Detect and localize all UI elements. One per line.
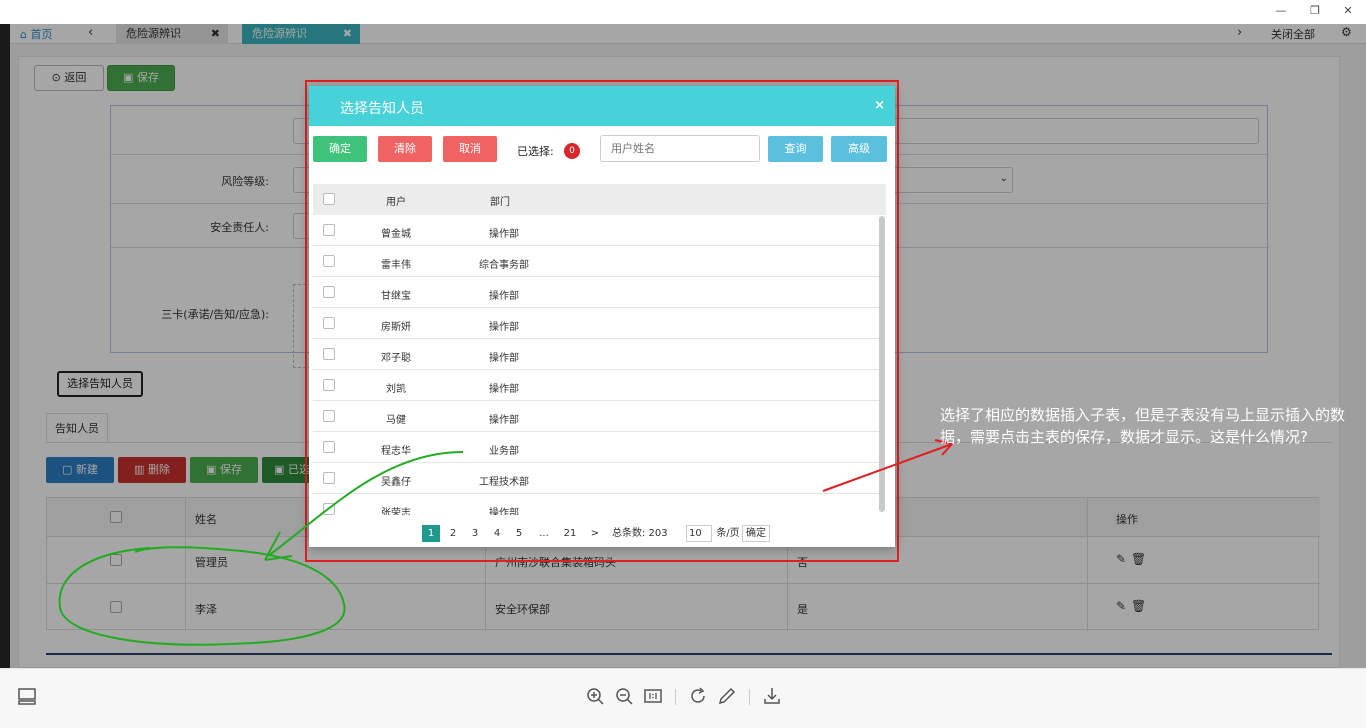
page-2[interactable]: 2 <box>444 525 462 542</box>
modal-table-body: 曾金城 操作部 雷丰伟 综合事务部 甘继宝 操作部 房斯妍 操作部 邓子聪 操作… <box>313 215 880 515</box>
row-checkbox[interactable] <box>323 224 335 236</box>
header-dept: 部门 <box>490 197 510 208</box>
row-checkbox[interactable] <box>323 441 335 453</box>
modal-table-header: 用户 部门 <box>313 184 886 215</box>
row-user: 刘凯 <box>386 384 406 395</box>
list-item[interactable]: 马健 操作部 <box>313 401 880 432</box>
row-dept: 业务部 <box>489 446 519 457</box>
selected-count-badge: 0 <box>564 143 580 159</box>
page-next[interactable]: > <box>587 525 603 542</box>
annotation-note: 选择了相应的数据插入子表，但是子表没有马上显示插入的数据，需要点击主表的保存，数… <box>940 406 1346 446</box>
page-3[interactable]: 3 <box>466 525 484 542</box>
user-name-search-input[interactable] <box>600 135 760 162</box>
row-checkbox[interactable] <box>323 286 335 298</box>
page-1[interactable]: 1 <box>422 525 440 542</box>
row-dept: 操作部 <box>489 384 519 395</box>
row-dept: 操作部 <box>489 508 519 515</box>
toolbar-divider <box>675 689 676 705</box>
row-dept: 综合事务部 <box>479 260 529 271</box>
confirm-button[interactable]: 确定 <box>313 136 367 162</box>
list-item[interactable]: 程志华 业务部 <box>313 432 880 463</box>
row-user: 邓子聪 <box>381 353 411 364</box>
row-user: 曾金城 <box>381 229 411 240</box>
thumbnail-panel-icon[interactable] <box>17 686 37 706</box>
per-page-label: 条/页 <box>716 528 740 539</box>
viewer-toolbar <box>0 668 1366 728</box>
row-user: 程志华 <box>381 446 411 457</box>
pagination: 1 2 3 4 5 ... 21 > 总条数: 203 10 条/页 确定 <box>309 525 895 543</box>
row-checkbox[interactable] <box>323 317 335 329</box>
list-item[interactable]: 邓子聪 操作部 <box>313 339 880 370</box>
page-4[interactable]: 4 <box>488 525 506 542</box>
close-window-button[interactable]: ✕ <box>1340 4 1356 18</box>
list-item[interactable]: 刘凯 操作部 <box>313 370 880 401</box>
list-item[interactable]: 吴鑫仔 工程技术部 <box>313 463 880 494</box>
row-user: 马健 <box>386 415 406 426</box>
list-item[interactable]: 雷丰伟 综合事务部 <box>313 246 880 277</box>
clear-button[interactable]: 清除 <box>378 136 432 162</box>
modal-title: 选择告知人员 <box>340 101 424 117</box>
page-ellipsis: ... <box>539 528 549 539</box>
list-item[interactable]: 张荣志 操作部 <box>313 494 880 515</box>
pen-icon[interactable] <box>717 686 737 706</box>
row-user: 雷丰伟 <box>381 260 411 271</box>
total-count: 总条数: 203 <box>612 528 668 539</box>
modal-scrollbar[interactable] <box>879 216 885 512</box>
download-icon[interactable] <box>762 686 782 706</box>
row-user: 张荣志 <box>381 508 411 515</box>
select-all-checkbox[interactable] <box>323 193 335 205</box>
row-dept: 操作部 <box>489 291 519 302</box>
row-dept: 操作部 <box>489 415 519 426</box>
row-dept: 操作部 <box>489 322 519 333</box>
query-button[interactable]: 查询 <box>768 136 823 162</box>
list-item[interactable]: 曾金城 操作部 <box>313 215 880 246</box>
row-checkbox[interactable] <box>323 410 335 422</box>
selected-label: 已选择: <box>517 145 554 158</box>
header-user: 用户 <box>386 197 406 208</box>
go-page-button[interactable]: 确定 <box>742 525 770 542</box>
minimize-button[interactable]: — <box>1273 4 1289 18</box>
modal-header: 选择告知人员 × <box>309 86 895 126</box>
row-user: 甘继宝 <box>381 291 411 302</box>
row-user: 房斯妍 <box>381 322 411 333</box>
row-checkbox[interactable] <box>323 255 335 267</box>
page-size-input[interactable]: 10 <box>686 525 712 542</box>
zoom-in-icon[interactable] <box>585 686 605 706</box>
window-titlebar: — ❐ ✕ <box>0 0 1366 24</box>
row-user: 吴鑫仔 <box>381 477 411 488</box>
list-item[interactable]: 房斯妍 操作部 <box>313 308 880 339</box>
row-checkbox[interactable] <box>323 379 335 391</box>
zoom-out-icon[interactable] <box>614 686 634 706</box>
row-dept: 操作部 <box>489 353 519 364</box>
viewer-left-strip <box>0 24 10 668</box>
close-icon[interactable]: × <box>874 98 885 113</box>
toolbar-divider <box>749 689 750 705</box>
row-dept: 操作部 <box>489 229 519 240</box>
select-notify-modal: 选择告知人员 × 确定 清除 取消 已选择: 0 查询 高级 用户 部门 曾金城… <box>309 86 895 547</box>
list-item[interactable]: 甘继宝 操作部 <box>313 277 880 308</box>
row-checkbox[interactable] <box>323 472 335 484</box>
page-5[interactable]: 5 <box>510 525 528 542</box>
advanced-button[interactable]: 高级 <box>831 136 887 162</box>
rotate-icon[interactable] <box>688 686 708 706</box>
row-checkbox[interactable] <box>323 503 335 515</box>
actual-size-icon[interactable] <box>643 686 663 706</box>
page-21[interactable]: 21 <box>559 525 581 542</box>
row-dept: 工程技术部 <box>479 477 529 488</box>
restore-button[interactable]: ❐ <box>1307 4 1323 18</box>
cancel-button[interactable]: 取消 <box>443 136 497 162</box>
row-checkbox[interactable] <box>323 348 335 360</box>
